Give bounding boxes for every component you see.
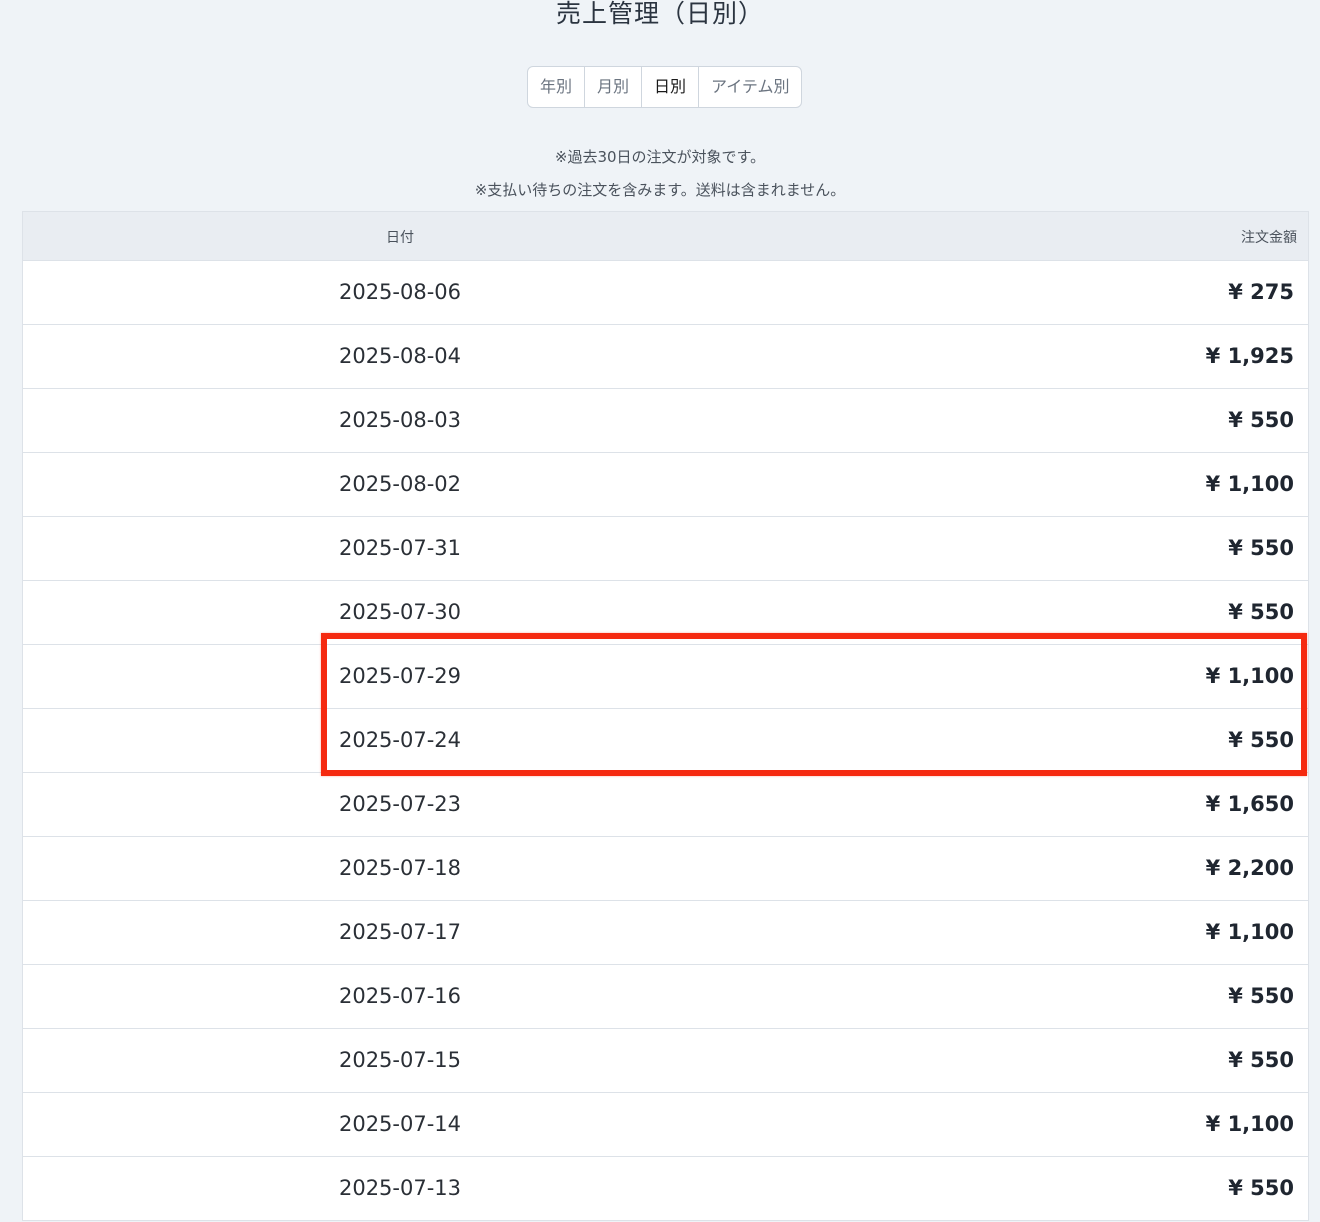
row-amount: ¥ 550 [1228,984,1294,1008]
row-amount: ¥ 1,925 [1205,344,1294,368]
row-amount: ¥ 550 [1228,1048,1294,1072]
row-amount: ¥ 2,200 [1205,856,1294,880]
row-date: 2025-08-04 [338,344,462,368]
table-row: 2025-07-16 ¥ 550 [23,965,1308,1029]
row-date: 2025-07-23 [338,792,462,816]
table-row: 2025-07-29 ¥ 1,100 [23,645,1308,709]
row-date: 2025-07-24 [338,728,462,752]
table-row: 2025-07-23 ¥ 1,650 [23,773,1308,837]
row-date: 2025-07-17 [338,920,462,944]
table-row: 2025-08-03 ¥ 550 [23,389,1308,453]
row-amount: ¥ 1,100 [1205,920,1294,944]
table-row: 2025-08-06 ¥ 275 [23,261,1308,325]
row-amount: ¥ 550 [1228,600,1294,624]
table-row: 2025-07-31 ¥ 550 [23,517,1308,581]
tab-yearly[interactable]: 年別 [528,67,586,107]
table-row: 2025-08-04 ¥ 1,925 [23,325,1308,389]
table-row: 2025-07-17 ¥ 1,100 [23,901,1308,965]
header-amount: 注文金額 [1241,230,1297,246]
row-date: 2025-07-14 [338,1112,462,1136]
row-amount: ¥ 275 [1228,280,1294,304]
row-date: 2025-07-30 [338,600,462,624]
table-header: 日付 注文金額 [23,212,1308,261]
table-row: 2025-07-18 ¥ 2,200 [23,837,1308,901]
table-row: 2025-07-13 ¥ 550 [23,1157,1308,1221]
row-amount: ¥ 550 [1228,408,1294,432]
row-date: 2025-07-15 [338,1048,462,1072]
row-date: 2025-07-31 [338,536,462,560]
sales-table: 日付 注文金額 2025-08-06 ¥ 275 2025-08-04 ¥ 1,… [22,211,1309,1221]
view-tabs: 年別 月別 日別 アイテム別 [527,66,803,108]
tab-monthly[interactable]: 月別 [585,67,643,107]
table-row: 2025-07-15 ¥ 550 [23,1029,1308,1093]
row-date: 2025-07-13 [338,1176,462,1200]
row-amount: ¥ 550 [1228,1176,1294,1200]
header-date: 日付 [386,230,414,246]
tab-by-item[interactable]: アイテム別 [699,67,801,107]
row-date: 2025-07-16 [338,984,462,1008]
row-amount: ¥ 1,100 [1205,664,1294,688]
row-amount: ¥ 1,650 [1205,792,1294,816]
page-title: 売上管理（日別） [555,0,764,28]
row-date: 2025-08-03 [338,408,462,432]
row-amount: ¥ 1,100 [1205,472,1294,496]
table-row: 2025-07-14 ¥ 1,100 [23,1093,1308,1157]
table-row: 2025-08-02 ¥ 1,100 [23,453,1308,517]
row-date: 2025-07-18 [338,856,462,880]
note-period: ※過去30日の注文が対象です。 [554,148,766,166]
row-date: 2025-08-06 [338,280,462,304]
row-amount: ¥ 550 [1228,536,1294,560]
row-amount: ¥ 1,100 [1205,1112,1294,1136]
row-date: 2025-08-02 [338,472,462,496]
row-date: 2025-07-29 [338,664,462,688]
row-amount: ¥ 550 [1228,728,1294,752]
table-row: 2025-07-30 ¥ 550 [23,581,1308,645]
note-inclusion: ※支払い待ちの注文を含みます。送料は含まれません。 [474,181,846,199]
tab-daily[interactable]: 日別 [642,67,700,107]
table-row: 2025-07-24 ¥ 550 [23,709,1308,773]
